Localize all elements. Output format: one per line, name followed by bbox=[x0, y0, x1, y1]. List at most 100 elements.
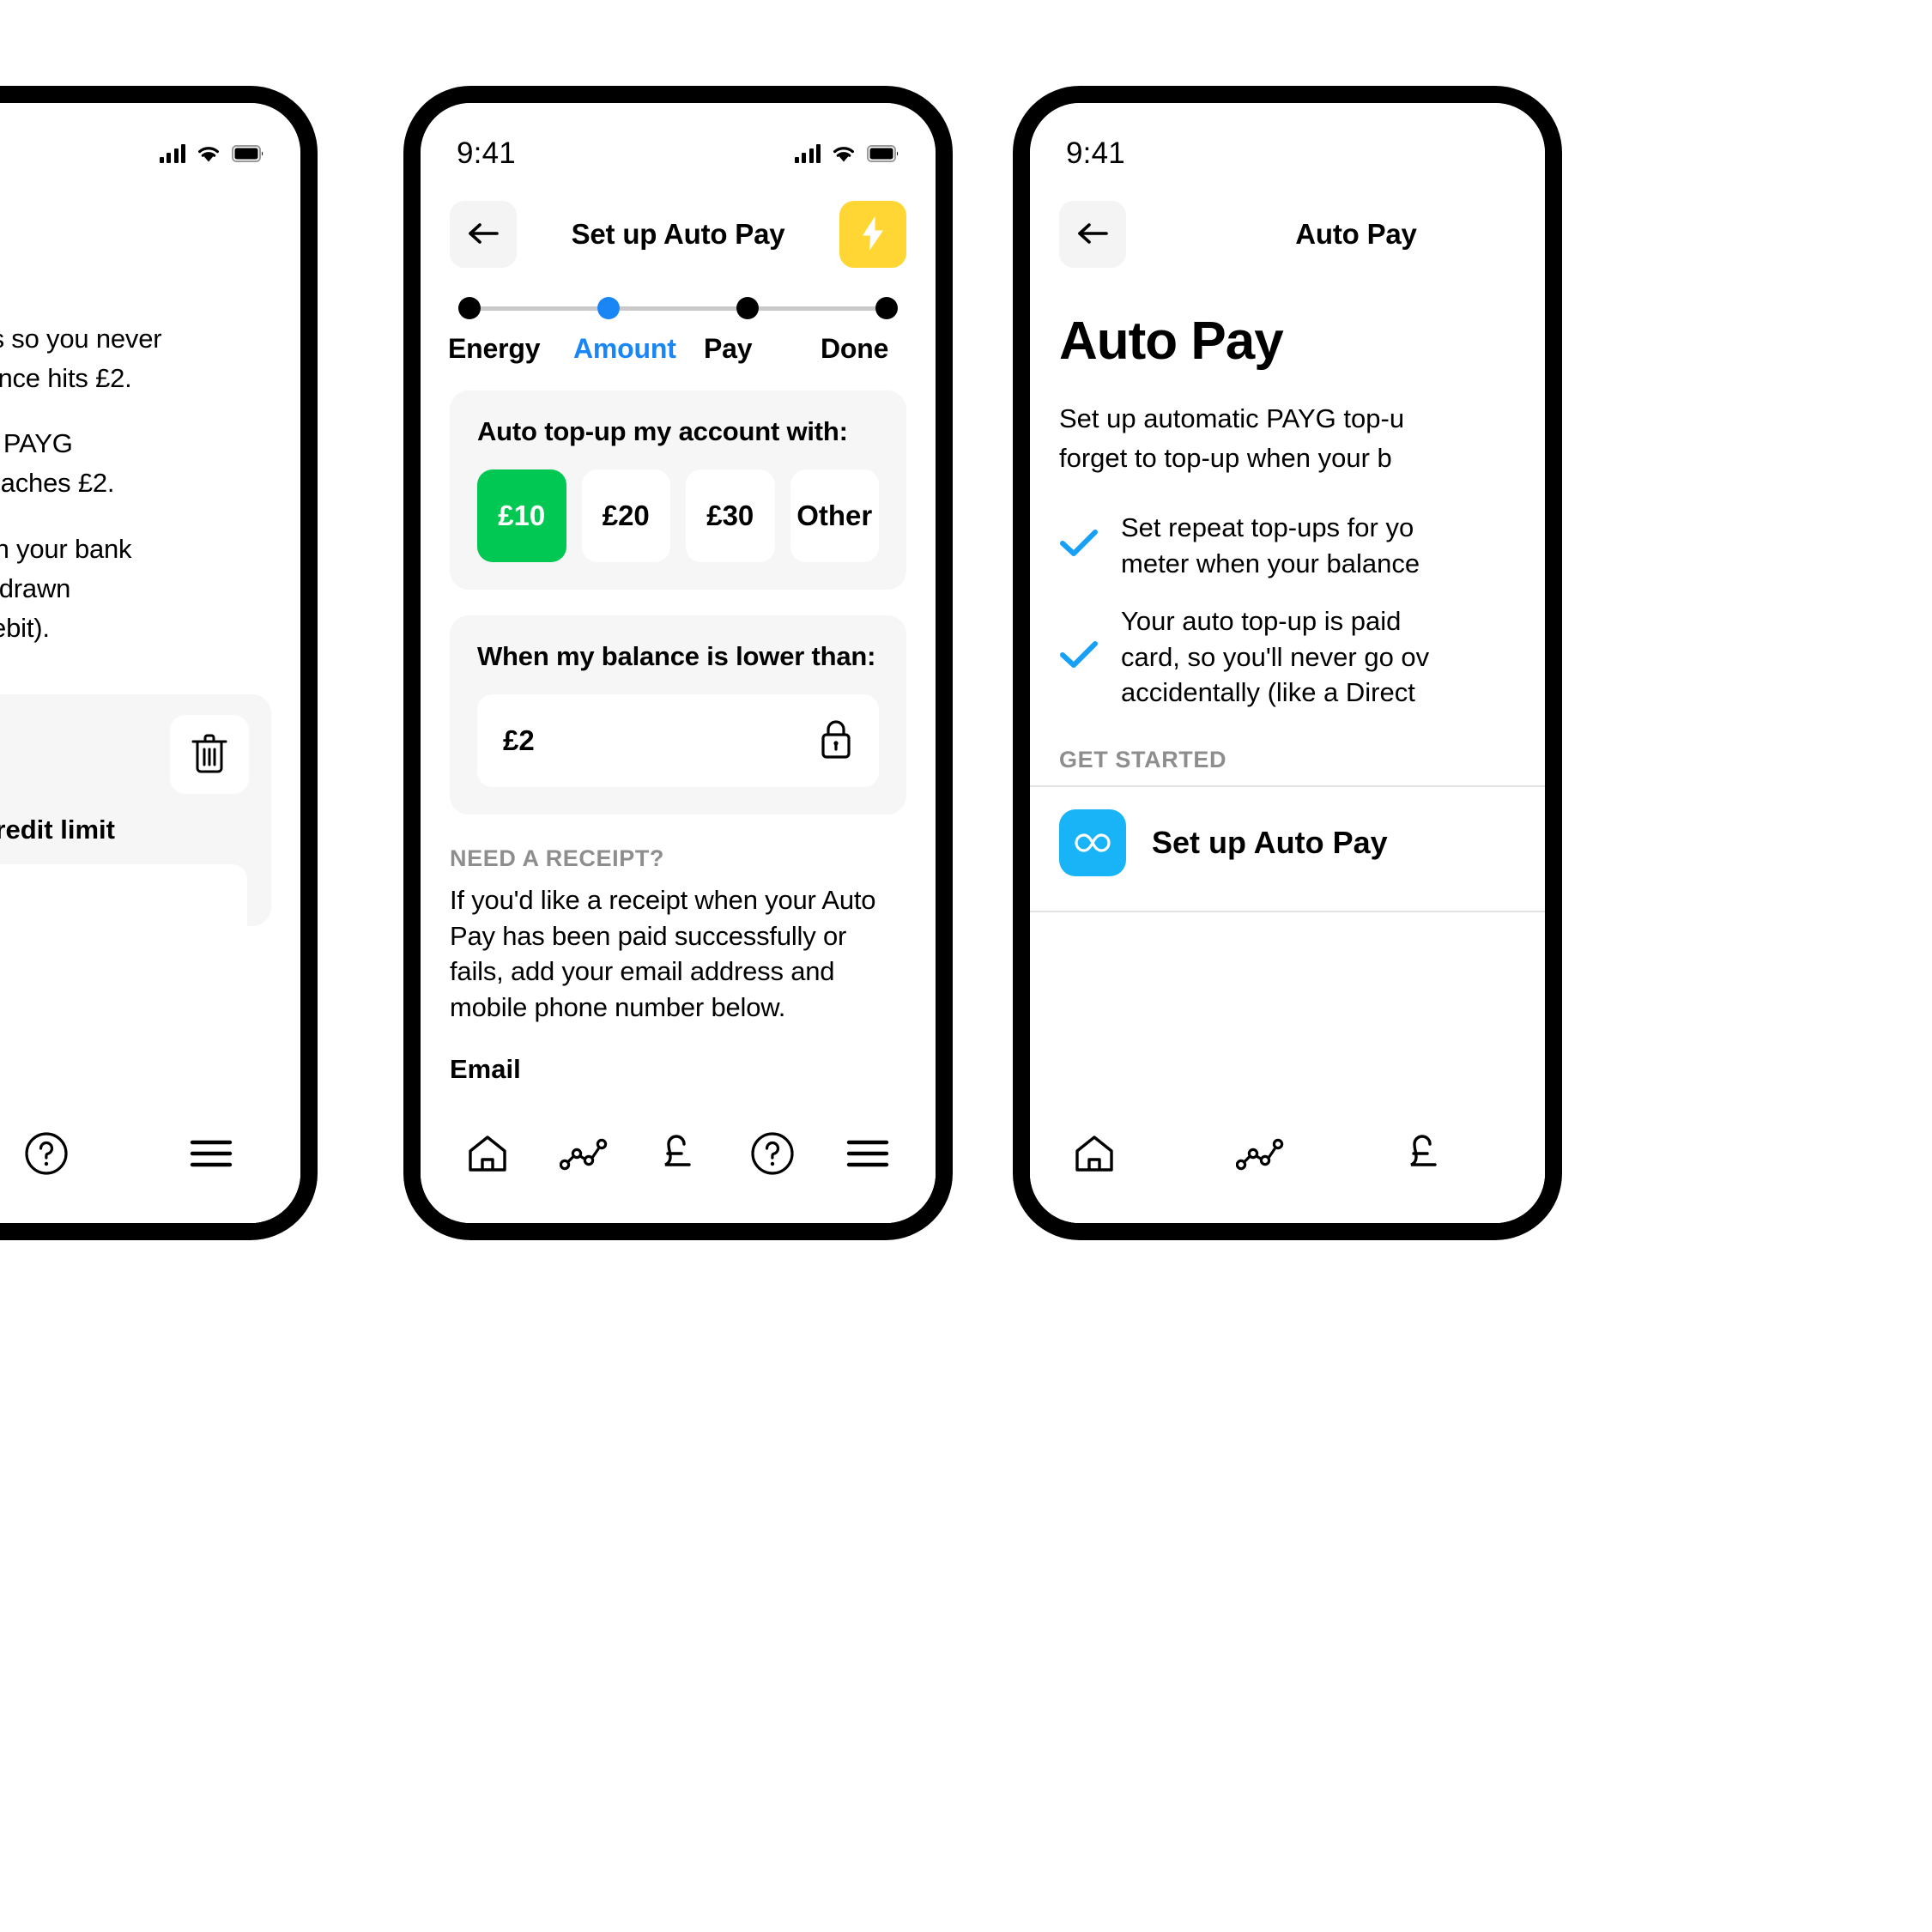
tab-payments[interactable] bbox=[1396, 1131, 1454, 1178]
usage-chart-icon bbox=[1235, 1136, 1284, 1173]
tab-usage[interactable] bbox=[1227, 1136, 1293, 1173]
step-dot-pay[interactable] bbox=[736, 297, 759, 319]
signal-bars-icon bbox=[794, 144, 821, 163]
tab-menu[interactable] bbox=[180, 1137, 242, 1172]
amount-option-20[interactable]: £20 bbox=[581, 469, 670, 562]
divider bbox=[1030, 910, 1545, 912]
receipt-eyebrow: NEED A RECEIPT? bbox=[450, 845, 665, 871]
benefit-item: Set repeat top-ups for yo meter when you… bbox=[1059, 510, 1545, 581]
email-label: Email bbox=[450, 1054, 521, 1085]
tab-usage[interactable] bbox=[551, 1136, 616, 1173]
left-paragraph-line: ll never go overdrawn bbox=[0, 572, 71, 603]
benefit-line: Your auto top-up is paid bbox=[1121, 606, 1402, 637]
benefit-line: meter when your balance bbox=[1121, 548, 1420, 578]
topup-amount-card: Auto top-up my account with: £10 £20 £30… bbox=[450, 391, 906, 590]
back-button[interactable] bbox=[1059, 201, 1126, 268]
amount-options: £10 £20 £30 Other bbox=[477, 469, 879, 562]
topup-amount-title: Auto top-up my account with: bbox=[477, 416, 848, 446]
help-icon bbox=[750, 1131, 795, 1178]
page-title: Auto Pay bbox=[1295, 218, 1417, 250]
benefits-list: Set repeat top-ups for yo meter when you… bbox=[1030, 475, 1545, 711]
left-body-copy: c PAYG top-ups so you never when your ba… bbox=[0, 321, 300, 646]
step-line bbox=[481, 306, 597, 311]
credit-limit-inputs: £2.00 bbox=[0, 864, 247, 948]
pound-icon bbox=[1404, 1131, 1445, 1178]
left-paragraph-line: when your balance hits £2. bbox=[0, 363, 132, 394]
back-button[interactable] bbox=[450, 201, 517, 268]
quick-action-button[interactable] bbox=[839, 201, 906, 268]
status-bar-right: 9:41 bbox=[1030, 103, 1545, 177]
intro-line: Set up automatic PAYG top-u bbox=[1059, 403, 1405, 433]
tab-bar-mid bbox=[421, 1086, 936, 1223]
menu-icon bbox=[845, 1137, 890, 1172]
usage-chart-icon bbox=[559, 1136, 608, 1173]
page-title-left: Auto Pay bbox=[0, 177, 300, 235]
step-line bbox=[620, 306, 736, 311]
signal-bars-icon bbox=[159, 144, 185, 163]
wifi-icon bbox=[197, 145, 221, 163]
home-icon bbox=[1073, 1133, 1116, 1177]
menu-icon bbox=[189, 1137, 233, 1172]
benefit-line: Set repeat top-ups for yo bbox=[1121, 512, 1414, 543]
step-dot-amount[interactable] bbox=[597, 297, 620, 319]
page-heading: Auto Pay bbox=[1059, 312, 1284, 371]
tab-payments[interactable] bbox=[650, 1131, 708, 1178]
balance-threshold-field[interactable]: £2 bbox=[477, 694, 879, 787]
credit-limit-card: Credit limit £2.00 bbox=[0, 694, 271, 948]
benefit-item: Your auto top-up is paid card, so you'll… bbox=[1059, 603, 1545, 711]
stepper-labels: Energy Amount Pay Done bbox=[448, 333, 905, 365]
left-paragraph-line: op-ups for your PAYG bbox=[0, 428, 73, 459]
left-paragraph-line: c PAYG top-ups so you never bbox=[0, 324, 162, 354]
infinity-icon bbox=[1059, 809, 1126, 876]
phone-middle: 9:41 Set up Auto Pay Energy Amount Pay D… bbox=[403, 86, 953, 1240]
home-icon bbox=[466, 1133, 509, 1177]
balance-threshold-value: £2 bbox=[503, 724, 535, 756]
back-arrow-icon bbox=[1075, 221, 1110, 249]
balance-threshold-title: When my balance is lower than: bbox=[477, 641, 876, 671]
nav-header-right: Auto Pay bbox=[1030, 177, 1545, 271]
delete-button[interactable] bbox=[170, 715, 249, 795]
step-label-energy: Energy bbox=[448, 333, 541, 364]
amount-option-other[interactable]: Other bbox=[790, 469, 879, 562]
battery-icon bbox=[867, 145, 899, 162]
lightning-bolt-icon bbox=[861, 215, 885, 254]
status-icons bbox=[159, 144, 265, 163]
left-paragraph-line: your balance reaches £2. bbox=[0, 468, 115, 499]
balance-threshold-card: When my balance is lower than: £2 bbox=[450, 615, 906, 815]
get-started-eyebrow: GET STARTED bbox=[1059, 746, 1227, 772]
step-label-pay: Pay bbox=[704, 333, 753, 364]
benefit-line: card, so you'll never go ov bbox=[1121, 641, 1430, 672]
intro-line: forget to top-up when your b bbox=[1059, 442, 1392, 473]
tab-help[interactable] bbox=[15, 1131, 77, 1178]
status-icons bbox=[794, 144, 900, 163]
benefit-text: Set repeat top-ups for yo meter when you… bbox=[1121, 510, 1420, 581]
set-up-auto-pay-row[interactable]: Set up Auto Pay bbox=[1030, 787, 1545, 899]
tab-bar-left bbox=[0, 1086, 300, 1223]
phone-right: 9:41 Auto Pay Auto Pay Set up automatic … bbox=[1013, 86, 1562, 1240]
pound-icon bbox=[658, 1131, 700, 1178]
step-dot-done[interactable] bbox=[875, 297, 898, 319]
tab-help[interactable] bbox=[742, 1131, 803, 1178]
status-bar-mid: 9:41 bbox=[421, 103, 936, 177]
progress-stepper: Energy Amount Pay Done bbox=[421, 271, 936, 365]
wifi-icon bbox=[832, 145, 856, 163]
tab-home[interactable] bbox=[457, 1133, 518, 1177]
amount-option-10[interactable]: £10 bbox=[477, 469, 566, 562]
tab-menu[interactable] bbox=[837, 1137, 899, 1172]
phone-left: Auto Pay c PAYG top-ups so you never whe… bbox=[0, 86, 318, 1240]
step-dot-energy[interactable] bbox=[458, 297, 481, 319]
tab-home[interactable] bbox=[1064, 1133, 1124, 1177]
amount-option-30[interactable]: £30 bbox=[686, 469, 775, 562]
help-icon bbox=[24, 1131, 69, 1178]
left-paragraph-line: (like a Direct Debit). bbox=[0, 612, 50, 643]
benefit-text: Your auto top-up is paid card, so you'll… bbox=[1121, 603, 1429, 711]
stepper-track bbox=[451, 297, 905, 319]
check-icon bbox=[1059, 639, 1099, 675]
benefit-line: accidentally (like a Direct bbox=[1121, 677, 1415, 708]
status-bar-left bbox=[0, 103, 300, 177]
status-time: 9:41 bbox=[457, 136, 516, 170]
credit-limit-value[interactable]: £2.00 bbox=[0, 864, 247, 948]
credit-limit-label: Credit limit bbox=[0, 815, 115, 845]
battery-icon bbox=[232, 145, 264, 162]
step-label-done: Done bbox=[821, 333, 889, 364]
